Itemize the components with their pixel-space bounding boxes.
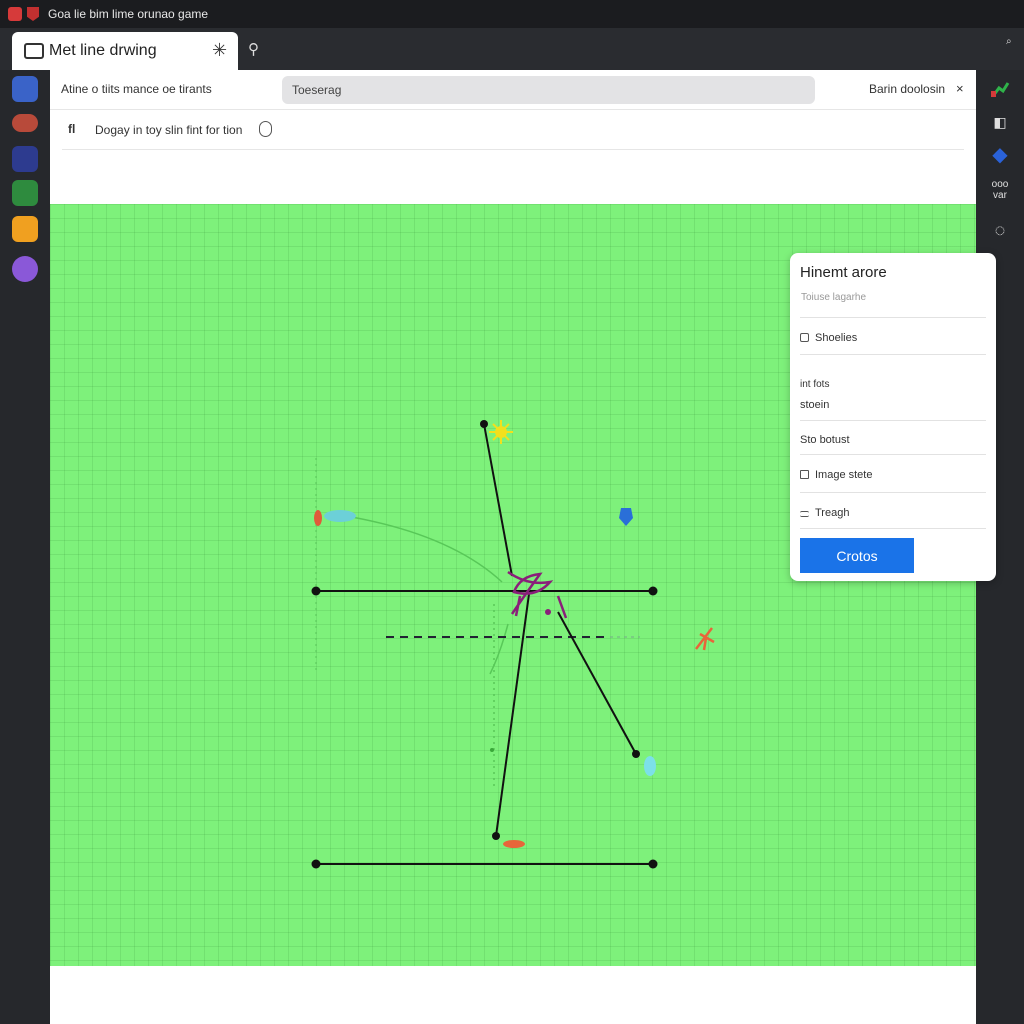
window-title: Goa lie bim lime orunao game bbox=[48, 7, 209, 21]
tab-favicon-icon bbox=[24, 43, 44, 59]
extension-icon[interactable] bbox=[988, 78, 1012, 102]
menu-item-int-fots[interactable]: int fots bbox=[800, 379, 986, 390]
dock-app-icon[interactable] bbox=[12, 216, 38, 242]
dash-marker bbox=[503, 840, 525, 848]
search-input-text: Toeserag bbox=[292, 83, 342, 97]
guide-curve bbox=[489, 623, 509, 675]
drop-marker bbox=[644, 756, 656, 776]
shield-icon bbox=[27, 7, 39, 21]
menu-item-label: Image stete bbox=[815, 469, 873, 481]
toolbar-right-link[interactable]: Barin doolosin bbox=[869, 82, 945, 96]
panel-subtitle: Toiuse lagarhe bbox=[801, 292, 867, 303]
shield-marker bbox=[619, 508, 633, 526]
line-endpoint[interactable] bbox=[632, 750, 640, 758]
tab-title: Met line drwing bbox=[49, 42, 157, 59]
sub-toolbar: fl Dogay in toy slin fint for tion bbox=[62, 110, 964, 150]
dock-app-icon[interactable] bbox=[12, 114, 38, 132]
instruction-text: Dogay in toy slin fint for tion bbox=[95, 123, 243, 137]
shapes-icon bbox=[800, 333, 809, 342]
line-endpoint[interactable] bbox=[648, 859, 658, 869]
divider bbox=[800, 454, 986, 455]
filter-icon bbox=[800, 511, 809, 517]
toolbar-title[interactable]: Atine o tiits mance oe tirants bbox=[61, 82, 212, 96]
line-segment[interactable] bbox=[495, 593, 530, 837]
rail-label: var bbox=[993, 190, 1007, 201]
line-segment[interactable] bbox=[483, 423, 513, 577]
line-endpoint[interactable] bbox=[311, 586, 321, 596]
line-endpoint[interactable] bbox=[480, 420, 488, 428]
close-icon[interactable]: × bbox=[956, 81, 964, 96]
dock-app-icon[interactable] bbox=[12, 180, 38, 206]
divider bbox=[800, 317, 986, 318]
menu-item-shoelies[interactable]: Shoelies bbox=[800, 332, 986, 344]
format-icon[interactable]: fl bbox=[68, 122, 75, 136]
primary-button[interactable]: Crotos bbox=[800, 538, 914, 573]
menu-item-label: int fots bbox=[800, 379, 830, 390]
tab-close-icon[interactable]: ✳ bbox=[212, 40, 227, 61]
tab-bar: Met line drwing ✳ ⚲ ⌕ bbox=[0, 28, 1024, 70]
menu-item-label: Shoelies bbox=[815, 332, 858, 344]
dot-marker bbox=[490, 748, 494, 752]
search-input[interactable]: Toeserag bbox=[282, 76, 815, 104]
menu-item-label: Treagh bbox=[815, 507, 850, 519]
splash-marker bbox=[314, 510, 356, 526]
app-icon bbox=[8, 7, 22, 21]
menu-item-sto-botust[interactable]: Sto botust bbox=[800, 434, 986, 446]
panel-toggle-icon[interactable]: ◧ bbox=[988, 110, 1012, 134]
line-endpoint[interactable] bbox=[311, 859, 321, 869]
menu-item-stoein[interactable]: stoein bbox=[800, 399, 986, 411]
window-menu-icon[interactable]: ⌕ bbox=[1006, 36, 1012, 47]
dock-app-icon[interactable] bbox=[12, 256, 38, 282]
menu-item-image-stete[interactable]: Image stete bbox=[800, 469, 986, 481]
rail-label-icon[interactable]: ooo var bbox=[988, 178, 1012, 202]
help-icon[interactable] bbox=[259, 121, 272, 137]
menu-item-label: Sto botust bbox=[800, 434, 850, 446]
search-icon[interactable]: ⚲ bbox=[248, 40, 259, 58]
properties-panel: Hinemt arore Toiuse lagarhe Shoelies int… bbox=[790, 253, 996, 581]
divider bbox=[800, 528, 986, 529]
line-endpoint[interactable] bbox=[648, 586, 658, 596]
toolbar: Atine o tiits mance oe tirants Toeserag … bbox=[50, 70, 976, 110]
line-endpoint[interactable] bbox=[492, 832, 500, 840]
divider bbox=[800, 420, 986, 421]
intersection-mark bbox=[507, 570, 568, 619]
tab-active[interactable]: Met line drwing ✳ bbox=[12, 32, 238, 70]
dot-marker bbox=[545, 609, 551, 615]
window-titlebar: Goa lie bim lime orunao game bbox=[0, 0, 1024, 28]
divider bbox=[800, 492, 986, 493]
sun-marker bbox=[489, 420, 513, 444]
dock-app-icon[interactable] bbox=[12, 146, 38, 172]
dock-app-icon[interactable] bbox=[12, 76, 38, 102]
image-icon bbox=[800, 470, 809, 479]
line-segment[interactable] bbox=[557, 611, 637, 755]
menu-item-treagh[interactable]: Treagh bbox=[800, 507, 986, 519]
shield-icon[interactable]: ◆ bbox=[988, 142, 1012, 166]
app-dock bbox=[0, 70, 50, 1024]
divider bbox=[800, 354, 986, 355]
guide-curve bbox=[345, 515, 503, 583]
arrow-marker bbox=[695, 627, 715, 651]
rail-label: ooo bbox=[991, 179, 1009, 190]
settings-icon[interactable]: ◌ bbox=[988, 218, 1012, 242]
menu-item-label: stoein bbox=[800, 399, 830, 411]
panel-title: Hinemt arore bbox=[800, 264, 887, 281]
